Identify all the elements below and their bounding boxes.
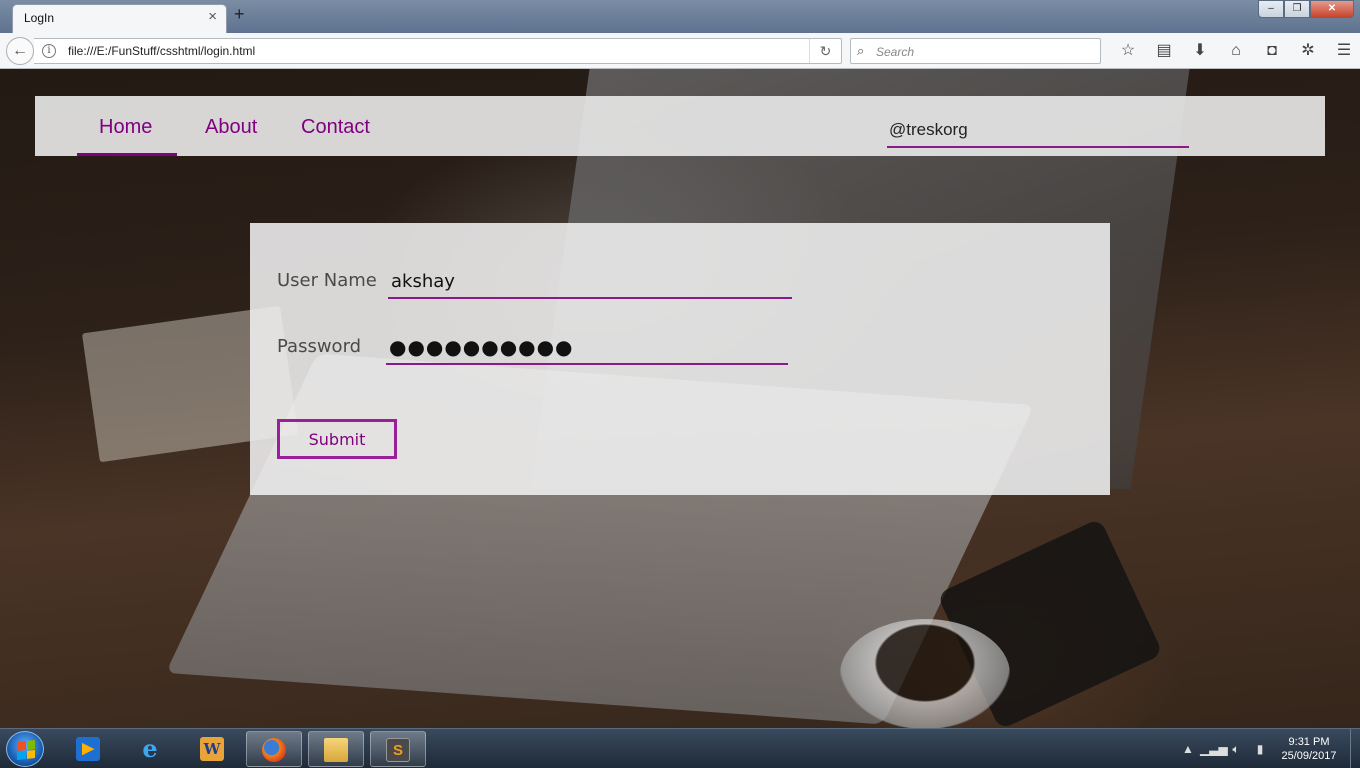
word-taskbar-icon[interactable]: W	[184, 731, 240, 767]
sublime-text-taskbar-icon[interactable]: S	[370, 731, 426, 767]
power-icon[interactable]: ▮	[1248, 742, 1272, 756]
bookmark-star-icon[interactable]: ☆	[1110, 39, 1146, 63]
clock-time: 9:31 PM	[1288, 736, 1330, 748]
background-coffee-cup	[840, 619, 1010, 728]
tab-title: LogIn	[24, 11, 55, 25]
username-input[interactable]	[388, 265, 792, 299]
pocket-icon[interactable]: ◘	[1254, 39, 1290, 63]
search-icon: ⌕	[857, 43, 865, 58]
media-player-taskbar-icon[interactable]: ▶	[60, 731, 116, 767]
url-text[interactable]: file:///E:/FunStuff/csshtml/login.html	[68, 44, 255, 58]
back-button[interactable]: ←	[6, 37, 34, 65]
nav-home-link[interactable]: Home	[99, 116, 152, 139]
volume-icon[interactable]: 🔈︎	[1224, 742, 1248, 757]
windows-logo-icon	[17, 740, 35, 760]
home-icon[interactable]: ⌂	[1218, 39, 1254, 63]
nav-about-link[interactable]: About	[205, 116, 257, 139]
windows-taskbar: ▶ e W S ▲ ▁▃▅ 🔈︎ ▮ 9:31 PM 25/09/2017	[0, 728, 1360, 768]
login-form: User Name Password Submit	[250, 223, 1110, 495]
browser-titlebar: LogIn × + – ❐ ✕	[0, 0, 1360, 33]
bookmarks-list-icon[interactable]: ▤	[1146, 39, 1182, 63]
nav-contact-link[interactable]: Contact	[301, 116, 370, 139]
username-label: User Name	[277, 270, 377, 291]
search-placeholder: Search	[876, 45, 915, 59]
active-tab-indicator	[77, 153, 177, 156]
clock-date: 25/09/2017	[1281, 750, 1337, 762]
window-controls: – ❐ ✕	[1258, 0, 1354, 18]
firefox-taskbar-icon[interactable]	[246, 731, 302, 767]
extension-icon[interactable]: ✲	[1290, 39, 1326, 63]
menu-icon[interactable]: ☰	[1326, 39, 1360, 63]
submit-button[interactable]: Submit	[277, 419, 397, 459]
explorer-taskbar-icon[interactable]	[308, 731, 364, 767]
password-label: Password	[277, 336, 362, 357]
close-window-button[interactable]: ✕	[1310, 0, 1354, 18]
system-tray: ▲ ▁▃▅ 🔈︎ ▮ 9:31 PM 25/09/2017	[1176, 735, 1346, 763]
restore-button[interactable]: ❐	[1284, 0, 1310, 18]
url-bar[interactable]: i file:///E:/FunStuff/csshtml/login.html…	[34, 38, 842, 64]
site-info-icon[interactable]: i	[42, 44, 56, 58]
start-button[interactable]	[6, 731, 44, 767]
close-icon[interactable]: ×	[208, 9, 217, 24]
web-page: Home About Contact User Name Password Su…	[0, 69, 1360, 728]
browser-toolbar: i file:///E:/FunStuff/csshtml/login.html…	[0, 33, 1360, 69]
site-navbar: Home About Contact	[35, 96, 1325, 156]
internet-explorer-taskbar-icon[interactable]: e	[122, 731, 178, 767]
browser-tab[interactable]: LogIn ×	[12, 4, 227, 33]
downloads-icon[interactable]: ⬇	[1182, 39, 1218, 63]
minimize-button[interactable]: –	[1258, 0, 1284, 18]
show-desktop-button[interactable]	[1350, 729, 1360, 768]
handle-input[interactable]	[887, 114, 1189, 148]
new-tab-button[interactable]: +	[234, 5, 245, 23]
network-icon[interactable]: ▁▃▅	[1200, 742, 1228, 756]
toolbar-icons: ☆ ▤ ⬇ ⌂ ◘ ✲ ☰	[1110, 39, 1360, 63]
clock[interactable]: 9:31 PM 25/09/2017	[1272, 735, 1346, 763]
search-bar[interactable]: ⌕ Search	[850, 38, 1101, 64]
reload-icon[interactable]: ↻	[809, 39, 841, 63]
password-input[interactable]	[386, 331, 788, 365]
show-hidden-icons-icon[interactable]: ▲	[1176, 742, 1200, 756]
